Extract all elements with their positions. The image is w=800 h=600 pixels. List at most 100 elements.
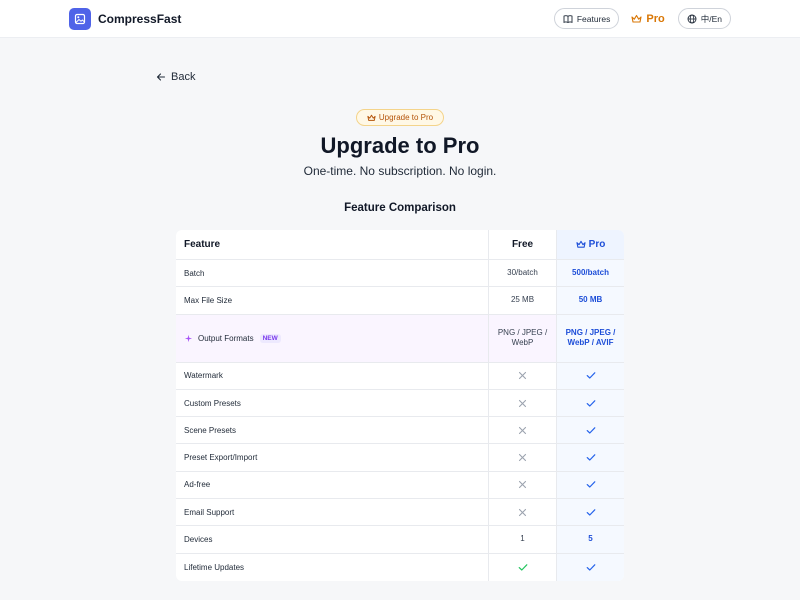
feature-comparison-table: Feature Free Pro Batch 30/batch 500/batch M… (176, 230, 624, 581)
comparison-title: Feature Comparison (344, 202, 456, 214)
pro-cell: 50 MB (557, 287, 624, 314)
crown-icon (576, 240, 586, 248)
feature-label: Ad-free (184, 480, 211, 490)
table-row: Preset Export/Import (176, 444, 624, 472)
pro-cell (557, 389, 624, 417)
feature-label: Lifetime Updates (184, 562, 245, 572)
pro-cell (557, 362, 624, 389)
feature-label: Output Formats (198, 333, 254, 343)
feature-cell: Scene Presets (176, 417, 489, 444)
arrow-left-icon (156, 73, 166, 81)
image-icon (74, 13, 86, 24)
free-cell (489, 499, 557, 526)
feature-cell: Output Formats NEW (176, 314, 489, 362)
feature-cell: Lifetime Updates (176, 553, 489, 581)
crown-icon (631, 14, 642, 23)
x-icon (518, 508, 527, 516)
feature-label: Watermark (184, 371, 223, 381)
table-row: Custom Presets (176, 389, 624, 418)
pro-value: 5 (588, 534, 593, 544)
x-icon (518, 399, 527, 407)
table-header-row: Feature Free Pro (176, 230, 624, 260)
back-label: Back (171, 71, 196, 83)
free-cell (489, 553, 557, 581)
check-icon (586, 481, 595, 489)
feature-cell: Preset Export/Import (176, 444, 489, 471)
table-row: Output Formats NEW PNG / JPEG / WebP PNG / … (176, 314, 624, 363)
crown-icon (367, 114, 376, 121)
check-icon (586, 399, 595, 407)
free-value: PNG / JPEG / WebP (497, 327, 548, 348)
free-cell: 1 (489, 526, 557, 553)
feature-cell: Custom Presets (176, 389, 489, 417)
pro-value: 50 MB (578, 295, 603, 305)
free-cell (489, 471, 557, 499)
feature-label: Custom Presets (184, 398, 241, 408)
upgrade-badge: Upgrade to Pro (356, 109, 444, 126)
pro-link[interactable]: Pro (631, 12, 665, 25)
pro-value: PNG / JPEG / WebP / AVIF (565, 327, 616, 348)
pro-cell (557, 499, 624, 526)
feature-label: Devices (184, 535, 213, 545)
free-value: 25 MB (510, 295, 535, 305)
upgrade-badge-label: Upgrade to Pro (378, 113, 434, 122)
feature-cell: Devices (176, 526, 489, 553)
pro-cell (557, 417, 624, 444)
table-row: Watermark (176, 362, 624, 390)
check-icon (586, 508, 595, 516)
features-button[interactable]: Features (553, 8, 620, 29)
free-cell (489, 444, 557, 471)
check-icon (586, 372, 595, 379)
check-icon (586, 564, 595, 571)
free-cell: 30/batch (489, 260, 557, 287)
feature-cell: Ad-free (176, 471, 489, 499)
x-icon (518, 454, 527, 462)
feature-label: Max File Size (184, 295, 233, 305)
free-cell (489, 417, 557, 444)
free-cell: PNG / JPEG / WebP (489, 314, 557, 362)
check-icon (586, 427, 595, 434)
pro-label: Pro (646, 12, 665, 25)
feature-label: Batch (184, 268, 205, 278)
header-actions: Features Pro 中/En (553, 8, 731, 29)
back-link[interactable]: Back (156, 71, 195, 83)
page-subtitle: One-time. No subscription. No login. (303, 164, 497, 178)
x-icon (518, 426, 527, 434)
new-badge: NEW (259, 333, 281, 343)
free-value: 1 (520, 534, 525, 544)
table-body: Batch 30/batch 500/batch Max File Size 25 MB… (176, 260, 624, 581)
free-cell (489, 389, 557, 417)
x-icon (518, 481, 527, 489)
feature-cell: Email Support (176, 499, 489, 526)
table-row: Devices 1 5 (176, 526, 624, 554)
x-icon (518, 372, 527, 380)
brand-name[interactable]: CompressFast (98, 12, 181, 26)
language-label: 中/En (700, 13, 722, 24)
free-value: 30/batch (507, 267, 538, 277)
header-feature: Feature (176, 230, 489, 259)
top-navbar: CompressFast Features Pro 中/En (0, 0, 800, 38)
app-logo[interactable] (69, 7, 91, 30)
sparkle-icon (184, 334, 193, 342)
pro-cell (557, 553, 624, 581)
feature-label: Email Support (184, 507, 235, 517)
table-row: Max File Size 25 MB 50 MB (176, 287, 624, 315)
check-icon (586, 454, 595, 461)
pro-cell (557, 444, 624, 471)
feature-label: Scene Presets (184, 425, 237, 435)
pro-cell (557, 471, 624, 499)
header-free: Free (489, 230, 557, 259)
pro-cell: 500/batch (557, 260, 624, 287)
feature-label: Preset Export/Import (184, 453, 258, 463)
header-pro-label: Pro (588, 239, 606, 250)
pro-cell: PNG / JPEG / WebP / AVIF (557, 314, 624, 362)
check-icon (518, 564, 527, 571)
free-cell (489, 362, 557, 389)
feature-cell: Watermark (176, 362, 489, 389)
language-toggle[interactable]: 中/En (677, 8, 731, 29)
header-pro: Pro (557, 230, 624, 259)
table-row: Email Support (176, 499, 624, 527)
table-row: Batch 30/batch 500/batch (176, 260, 624, 288)
page-title: Upgrade to Pro (320, 133, 480, 158)
pro-cell: 5 (557, 526, 624, 553)
